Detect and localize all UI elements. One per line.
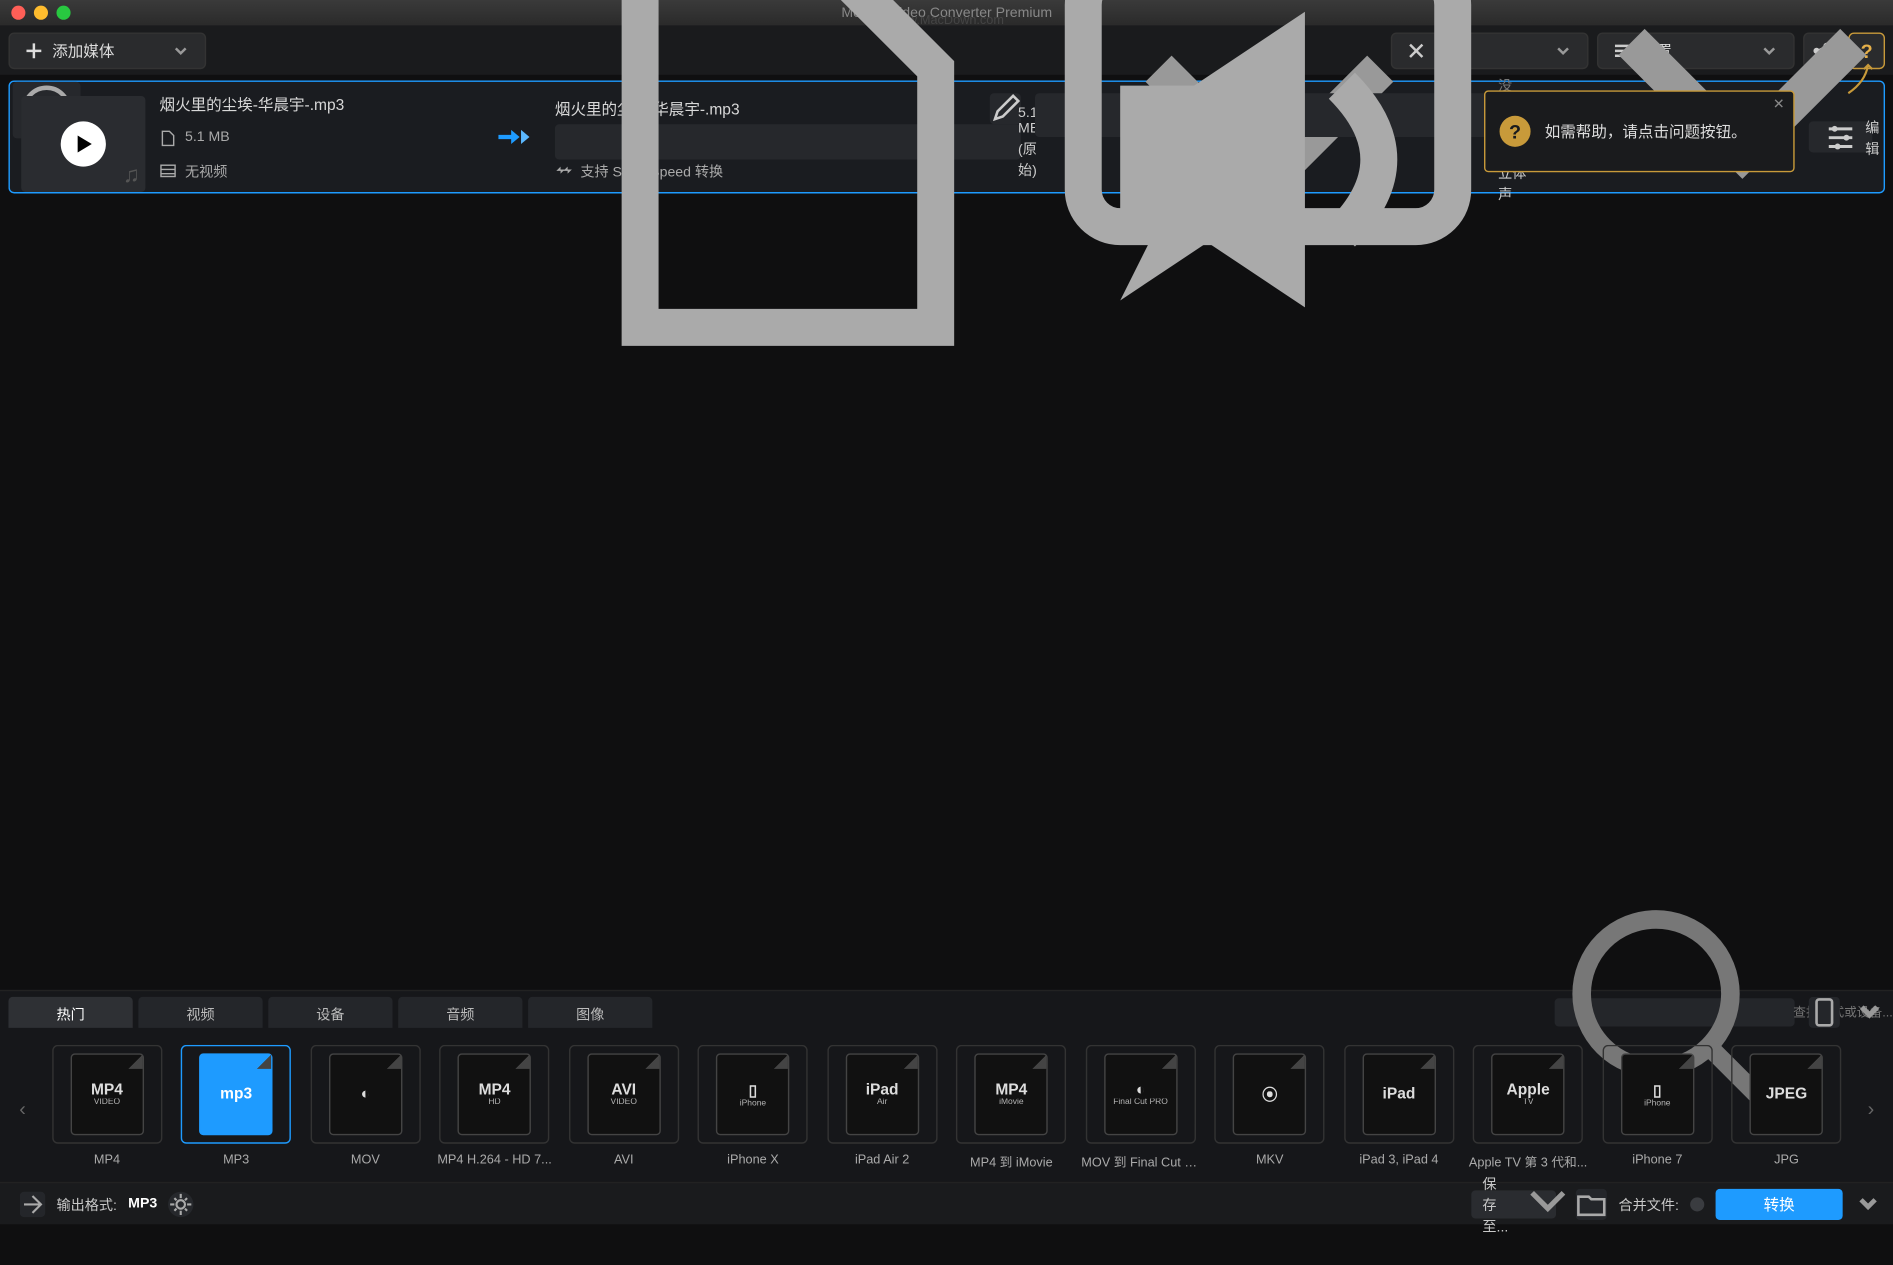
save-to-label: 保存至...	[1482, 1172, 1508, 1236]
tab-video[interactable]: 视频	[138, 997, 262, 1028]
audio-format-select[interactable]: MP3 128 Kbps 立体声	[1035, 137, 1501, 181]
format-panel: 热门 视频 设备 音频 图像 ✕ ‹ MP4VIDEOMP4mp3MP3◐MOV…	[0, 990, 1893, 1224]
convert-button[interactable]: 转换	[1716, 1188, 1843, 1219]
folder-icon	[1576, 1188, 1607, 1219]
output-format-value: MP3	[128, 1196, 157, 1212]
help-tooltip: ? 如需帮助，请点击问题按钮。 ✕	[1484, 90, 1795, 172]
chevron-down-icon	[1854, 997, 1885, 1028]
format-label: AVI	[564, 1152, 683, 1166]
preset-icon	[20, 1191, 45, 1216]
tooltip-close-button[interactable]: ✕	[1773, 97, 1785, 113]
source-filename: 烟火里的尘埃-华晨宇-.mp3	[160, 93, 471, 116]
minimize-window-button[interactable]	[34, 6, 48, 20]
maximize-window-button[interactable]	[56, 6, 70, 20]
plus-icon	[24, 40, 44, 60]
format-card-ipad-air-2[interactable]: iPadAiriPad Air 2	[820, 1045, 944, 1171]
format-label: MOV	[306, 1152, 425, 1166]
output-format-label: 输出格式:	[56, 1193, 116, 1214]
play-button[interactable]	[61, 121, 106, 166]
merge-toggle[interactable]	[1690, 1197, 1704, 1211]
detect-device-button[interactable]	[1809, 997, 1840, 1028]
tab-audio[interactable]: 音频	[398, 997, 522, 1028]
speaker-icon	[1046, 0, 1489, 381]
music-note-icon: ♫	[123, 164, 140, 189]
device-icon	[1809, 997, 1840, 1028]
format-card-mkv[interactable]: ⦿MKV	[1208, 1045, 1332, 1171]
format-settings-button[interactable]	[169, 1191, 194, 1216]
collapse-panel-button[interactable]	[1854, 997, 1885, 1028]
format-list: ‹ MP4VIDEOMP4mp3MP3◐MOVMP4HDMP4 H.264 - …	[0, 1034, 1893, 1182]
expand-button[interactable]	[1854, 1190, 1882, 1218]
chevron-down-icon	[1854, 1190, 1882, 1218]
format-label: MKV	[1210, 1152, 1329, 1166]
format-label: Apple TV 第 3 代和...	[1469, 1152, 1588, 1170]
format-card-jpg[interactable]: JPEGJPG	[1725, 1045, 1849, 1171]
edit-item-label: 编辑	[1865, 116, 1879, 158]
format-label: MP4 H.264 - HD 7...	[435, 1152, 554, 1166]
chevron-down-icon	[171, 40, 191, 60]
output-size-select[interactable]: 5.1 MB (原始)	[555, 124, 1021, 159]
format-card-mp3[interactable]: mp3MP3	[174, 1045, 298, 1171]
question-icon: ?	[1500, 116, 1531, 147]
arrow-right-icon	[497, 127, 528, 147]
media-thumbnail[interactable]: ♫	[21, 96, 145, 192]
format-label: iPhone 7	[1598, 1152, 1717, 1166]
edit-item-button[interactable]: 编辑	[1809, 121, 1873, 152]
add-media-button[interactable]: 添加媒体	[8, 32, 206, 69]
preset-button[interactable]	[20, 1191, 45, 1216]
format-tabs: 热门 视频 设备 音频 图像 ✕	[0, 991, 1893, 1033]
format-label: JPG	[1727, 1152, 1846, 1166]
format-label: iPhone X	[694, 1152, 813, 1166]
file-icon	[566, 0, 1009, 364]
format-card-mp4[interactable]: MP4VIDEOMP4	[45, 1045, 169, 1171]
scroll-left-button[interactable]: ‹	[8, 1058, 36, 1157]
format-label: iPad Air 2	[823, 1152, 942, 1166]
format-card-iphone-7[interactable]: ▯iPhoneiPhone 7	[1596, 1045, 1720, 1171]
add-media-label: 添加媒体	[52, 39, 114, 62]
format-label: iPad 3, iPad 4	[1340, 1152, 1459, 1166]
speed-icon	[555, 162, 572, 179]
superspeed-label: 支持 SuperSpeed 转换	[580, 160, 723, 181]
tab-popular[interactable]: 热门	[8, 997, 132, 1028]
tab-device[interactable]: 设备	[268, 997, 392, 1028]
no-video-label: 无视频	[185, 160, 227, 181]
format-card-mp4-h-264-hd-7-[interactable]: MP4HDMP4 H.264 - HD 7...	[433, 1045, 557, 1171]
format-search[interactable]: ✕	[1555, 998, 1795, 1026]
close-window-button[interactable]	[11, 6, 25, 20]
format-card-apple-tv-3-[interactable]: AppleTVApple TV 第 3 代和...	[1466, 1045, 1590, 1171]
save-to-button[interactable]: 保存至...	[1471, 1190, 1556, 1218]
source-size: 5.1 MB	[185, 130, 230, 146]
open-folder-button[interactable]	[1576, 1188, 1607, 1219]
sliders-icon	[1823, 119, 1858, 154]
status-bar: 输出格式: MP3 保存至... 合并文件: 转换	[0, 1182, 1893, 1224]
tooltip-text: 如需帮助，请点击问题按钮。	[1545, 120, 1747, 143]
file-icon	[160, 129, 177, 146]
format-card-mov-final-cut-pro[interactable]: ◐Final Cut PROMOV 到 Final Cut Pro	[1079, 1045, 1203, 1171]
format-label: MOV 到 Final Cut Pro	[1081, 1152, 1200, 1170]
format-label: MP3	[177, 1152, 296, 1166]
tab-image[interactable]: 图像	[528, 997, 652, 1028]
play-icon	[78, 136, 92, 153]
format-card-ipad-3-ipad-4[interactable]: iPadiPad 3, iPad 4	[1337, 1045, 1461, 1171]
scroll-right-button[interactable]: ›	[1857, 1058, 1885, 1157]
video-icon	[160, 162, 177, 179]
format-label: MP4 到 iMovie	[952, 1152, 1071, 1170]
format-card-iphone-x[interactable]: ▯iPhoneiPhone X	[691, 1045, 815, 1171]
merge-label: 合并文件:	[1618, 1193, 1678, 1214]
gear-icon	[169, 1191, 194, 1216]
format-card-mp4-imovie[interactable]: MP4iMovieMP4 到 iMovie	[950, 1045, 1074, 1171]
format-label: MP4	[48, 1152, 167, 1166]
format-card-avi[interactable]: AVIVIDEOAVI	[562, 1045, 686, 1171]
format-card-mov[interactable]: ◐MOV	[304, 1045, 428, 1171]
tooltip-arrow-icon	[1845, 62, 1873, 96]
chevron-down-icon	[1517, 1172, 1580, 1235]
